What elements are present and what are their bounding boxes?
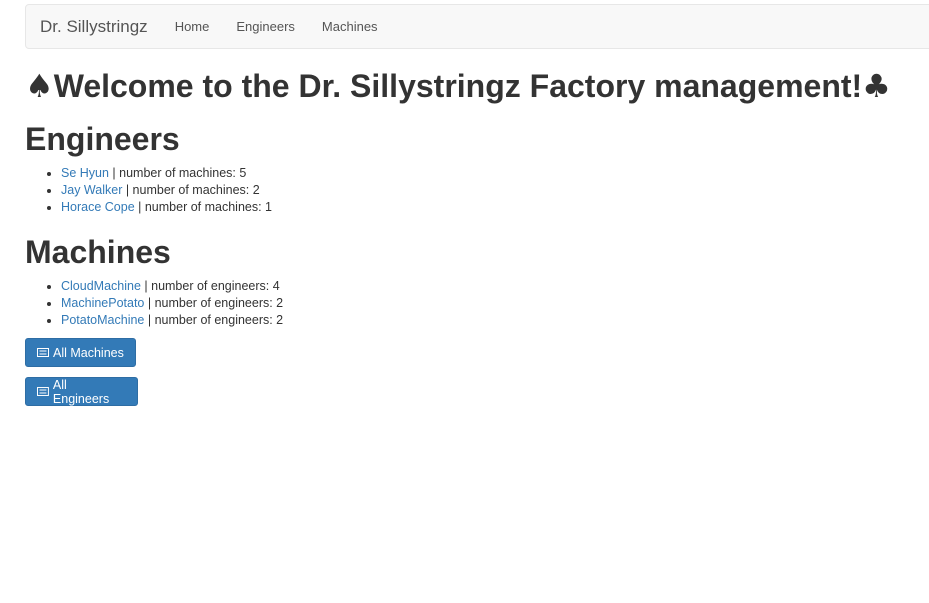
list-item: Se Hyun | number of machines: 5 [61,165,272,182]
engineer-link[interactable]: Jay Walker [61,183,122,197]
machines-list: CloudMachine | number of engineers: 4 Ma… [25,278,283,329]
navbar-brand[interactable]: Dr. Sillystringz [40,17,148,37]
machine-detail: | number of engineers: 4 [140,279,280,293]
engineers-list: Se Hyun | number of machines: 5 Jay Walk… [25,165,272,216]
engineers-heading: Engineers [25,121,180,157]
list-item: PotatoMachine | number of engineers: 2 [61,312,283,329]
machine-link[interactable]: CloudMachine [61,279,141,293]
machine-link[interactable]: MachinePotato [61,296,144,310]
page-title-text: Welcome to the Dr. Sillystringz Factory … [53,68,863,104]
spade-glyph: ♠ [25,67,54,105]
list-item: Horace Cope | number of machines: 1 [61,199,272,216]
all-engineers-button[interactable]: All Engineers [25,377,138,406]
engineer-link[interactable]: Horace Cope [61,200,135,214]
all-machines-button[interactable]: All Machines [25,338,136,367]
club-glyph: ♣ [862,67,891,105]
list-item: Jay Walker | number of machines: 2 [61,182,272,199]
list-item: CloudMachine | number of engineers: 4 [61,278,283,295]
machines-heading: Machines [25,234,171,270]
nav-link-home[interactable]: Home [175,19,210,34]
all-machines-label: All Machines [53,345,124,360]
nav-link-machines[interactable]: Machines [322,19,378,34]
machine-link[interactable]: PotatoMachine [61,313,144,327]
engineer-link[interactable]: Se Hyun [61,166,109,180]
list-alt-icon [37,348,49,357]
all-engineers-label: All Engineers [52,377,110,406]
navbar: Dr. Sillystringz Home Engineers Machines [25,4,929,49]
engineer-detail: | number of machines: 2 [122,183,260,197]
page-title: ♠Welcome to the Dr. Sillystringz Factory… [25,64,891,108]
nav-link-engineers[interactable]: Engineers [236,19,295,34]
machine-detail: | number of engineers: 2 [144,313,284,327]
machine-detail: | number of engineers: 2 [144,296,284,310]
list-item: MachinePotato | number of engineers: 2 [61,295,283,312]
engineer-detail: | number of machines: 5 [108,166,247,180]
list-alt-icon [37,387,49,396]
engineer-detail: | number of machines: 1 [134,200,272,214]
